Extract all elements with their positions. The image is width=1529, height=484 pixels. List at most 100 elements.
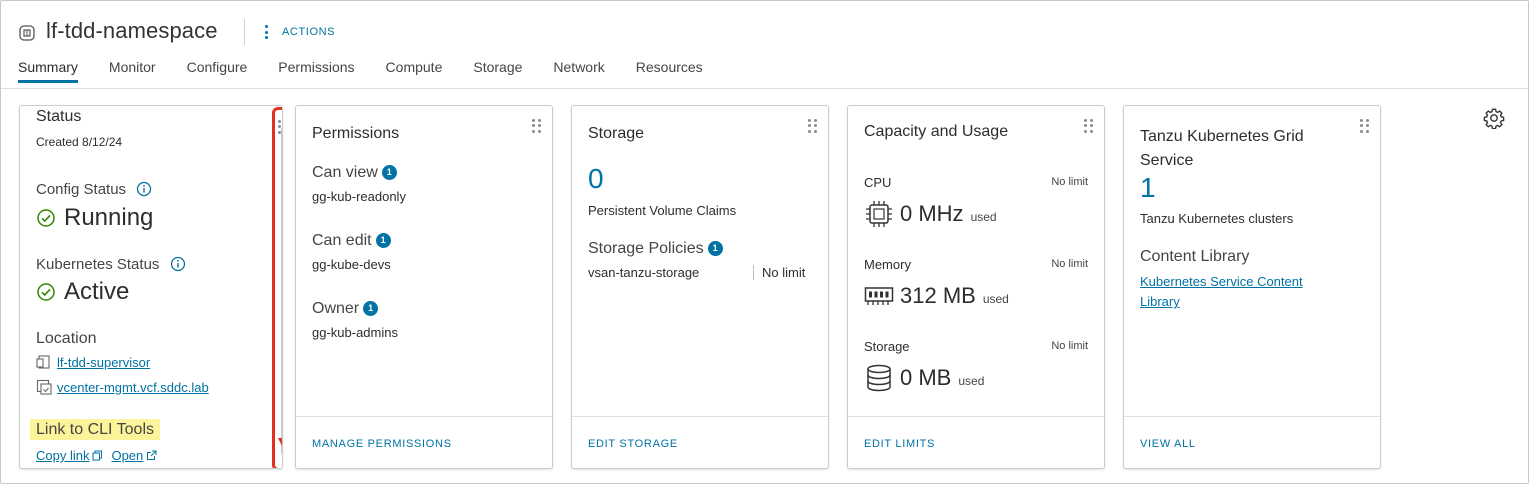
tab-permissions[interactable]: Permissions [278, 59, 354, 83]
can-view-label: Can view 1 [312, 164, 397, 182]
tab-resources[interactable]: Resources [636, 59, 703, 83]
kubernetes-status-value: Active [64, 278, 130, 305]
status-title: Status [36, 108, 82, 125]
tab-bar: Summary Monitor Configure Permissions Co… [18, 59, 734, 83]
drag-handle-icon[interactable] [1084, 119, 1094, 133]
storage-policy-name: vsan-tanzu-storage [588, 265, 700, 280]
storage-card: Storage 0 Persistent Volume Claims Stora… [571, 105, 829, 469]
cli-tools-label: Link to CLI Tools [30, 419, 160, 440]
content-library-link[interactable]: Kubernetes Service Content Library [1140, 272, 1303, 312]
memory-icon [864, 287, 894, 305]
copy-icon[interactable] [92, 450, 103, 461]
actions-button[interactable]: ACTIONS [259, 23, 335, 41]
tab-configure[interactable]: Configure [187, 59, 248, 83]
check-circle-icon [37, 209, 55, 227]
storage-usage-label: Storage [864, 339, 910, 354]
vcenter-icon [36, 379, 52, 395]
view-all-link[interactable]: VIEW ALL [1140, 438, 1196, 450]
memory-label: Memory [864, 257, 911, 272]
storage-policies-count-badge: 1 [707, 240, 723, 256]
kubernetes-status: Active [36, 278, 129, 306]
pvc-label: Persistent Volume Claims [588, 203, 737, 218]
memory-usage: 312 MB used [864, 283, 1009, 309]
tabs-divider [1, 88, 1529, 89]
card-footer: VIEW ALL [1124, 416, 1380, 468]
drag-handle-icon[interactable] [1360, 119, 1370, 133]
scrollbar[interactable] [272, 107, 282, 468]
edit-limits-link[interactable]: EDIT LIMITS [864, 438, 935, 450]
actions-label: ACTIONS [282, 26, 336, 38]
tkg-clusters-count[interactable]: 1 [1140, 172, 1156, 204]
vcenter-link[interactable]: vcenter-mgmt.vcf.sddc.lab [57, 380, 209, 395]
storage-limit: No limit [1051, 340, 1088, 352]
card-footer: MANAGE PERMISSIONS [296, 416, 552, 468]
can-edit-label: Can edit 1 [312, 232, 391, 250]
vcenter-row: vcenter-mgmt.vcf.sddc.lab [36, 379, 209, 395]
permissions-card: Permissions Can view 1 gg-kub-readonly Ca… [295, 105, 553, 469]
tab-summary[interactable]: Summary [18, 59, 78, 83]
copy-link[interactable]: Copy link [36, 448, 89, 463]
namespace-icon [19, 25, 35, 41]
card-footer: EDIT STORAGE [572, 416, 828, 468]
tkg-clusters-label: Tanzu Kubernetes clusters [1140, 211, 1294, 226]
tab-storage[interactable]: Storage [473, 59, 522, 83]
storage-usage-value: 0 MB [900, 365, 952, 390]
config-status-label: Config Status [36, 181, 152, 198]
memory-unit: used [982, 292, 1009, 306]
can-edit-value: gg-kube-devs [312, 257, 391, 272]
check-circle-icon [37, 283, 55, 301]
storage-usage-unit: used [958, 374, 985, 388]
page-title: lf-tdd-namespace [46, 18, 218, 43]
pvc-count[interactable]: 0 [588, 163, 604, 195]
config-status: Running [36, 204, 153, 232]
storage-title: Storage [588, 125, 645, 142]
created-date: Created 8/12/24 [36, 135, 123, 149]
cpu-limit: No limit [1051, 176, 1088, 188]
gear-icon[interactable] [1483, 107, 1505, 129]
header-divider [244, 19, 245, 45]
database-icon [867, 364, 891, 392]
tab-compute[interactable]: Compute [386, 59, 443, 83]
cpu-usage: 0 MHz used [864, 200, 997, 228]
info-icon[interactable] [136, 181, 152, 197]
storage-usage: 0 MB used [864, 363, 984, 393]
storage-policy-limit: No limit [753, 265, 805, 280]
drag-handle-icon[interactable] [532, 119, 542, 133]
kebab-icon [259, 23, 273, 41]
storage-policies-label: Storage Policies 1 [588, 240, 723, 258]
can-view-count-badge: 1 [381, 164, 397, 180]
owner-count-badge: 1 [363, 300, 379, 316]
config-status-value: Running [64, 204, 154, 231]
edit-storage-link[interactable]: EDIT STORAGE [588, 438, 678, 450]
status-card: Status Created 8/12/24 Config Status Run… [19, 105, 283, 469]
cpu-value: 0 MHz [900, 201, 964, 226]
content-library-label: Content Library [1140, 248, 1250, 265]
scrollbar-thumb[interactable] [281, 126, 282, 456]
cpu-label: CPU [864, 175, 892, 190]
location-label: Location [36, 330, 97, 347]
can-view-value: gg-kub-readonly [312, 189, 406, 204]
cli-links: Copy link Open [36, 448, 157, 463]
manage-permissions-link[interactable]: MANAGE PERMISSIONS [312, 438, 452, 450]
capacity-title: Capacity and Usage [864, 123, 1009, 140]
permissions-title: Permissions [312, 125, 400, 142]
tab-network[interactable]: Network [553, 59, 604, 83]
owner-label: Owner 1 [312, 300, 379, 318]
card-footer: EDIT LIMITS [848, 416, 1104, 468]
memory-limit: No limit [1051, 258, 1088, 270]
arrow-down-icon [278, 438, 282, 452]
external-link-icon[interactable] [146, 450, 157, 461]
can-edit-count-badge: 1 [375, 232, 391, 248]
capacity-card: Capacity and Usage CPU No limit 0 MHz us… [847, 105, 1105, 469]
supervisor-link[interactable]: lf-tdd-supervisor [57, 355, 150, 370]
drag-handle-icon[interactable] [808, 119, 818, 133]
kubernetes-status-label: Kubernetes Status [36, 256, 186, 273]
supervisor-row: lf-tdd-supervisor [36, 354, 150, 370]
supervisor-icon [36, 355, 50, 369]
tab-monitor[interactable]: Monitor [109, 59, 156, 83]
memory-value: 312 MB [900, 283, 976, 308]
cpu-unit: used [970, 210, 997, 224]
summary-page: lf-tdd-namespace ACTIONS Summary Monitor… [0, 0, 1529, 484]
info-icon[interactable] [170, 256, 186, 272]
open-link[interactable]: Open [111, 448, 143, 463]
